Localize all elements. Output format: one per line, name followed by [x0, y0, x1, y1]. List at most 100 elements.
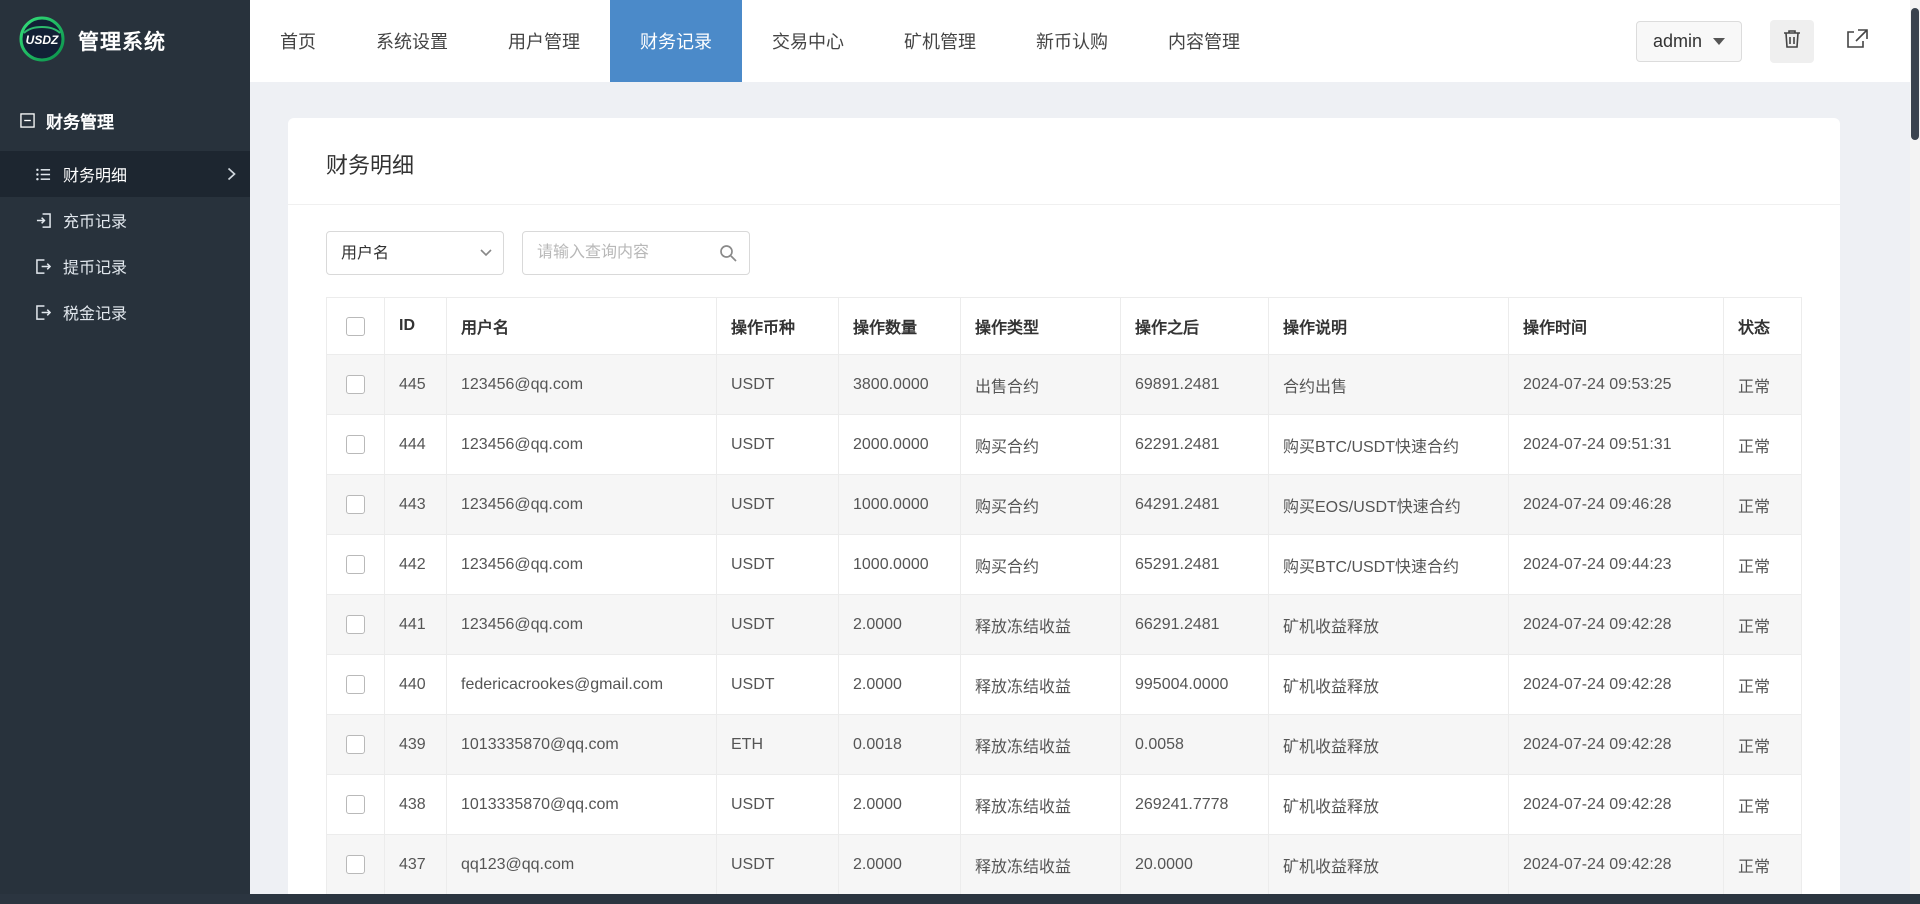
vertical-scrollbar-thumb[interactable]: [1911, 8, 1919, 140]
sidebar-item[interactable]: 提币记录: [0, 243, 250, 289]
trash-button[interactable]: [1770, 20, 1814, 63]
cell: 1000.0000: [839, 475, 961, 535]
nav-tab[interactable]: 新币认购: [1006, 0, 1138, 82]
nav-tab[interactable]: 首页: [250, 0, 346, 82]
cell: 2024-07-24 09:42:28: [1509, 715, 1724, 775]
cell: 20.0000: [1121, 835, 1269, 895]
table-header-row: ID用户名操作币种操作数量操作类型操作之后操作说明操作时间状态: [327, 298, 1802, 355]
field-select[interactable]: 用户名: [326, 231, 504, 275]
cell: 439: [385, 715, 447, 775]
column-header: 操作说明: [1269, 298, 1509, 355]
cell: 矿机收益释放: [1269, 775, 1509, 835]
row-checkbox[interactable]: [346, 555, 365, 574]
column-header: 操作数量: [839, 298, 961, 355]
nav-tab[interactable]: 交易中心: [742, 0, 874, 82]
cell: 443: [385, 475, 447, 535]
cell: 购买BTC/USDT快速合约: [1269, 415, 1509, 475]
records-table: ID用户名操作币种操作数量操作类型操作之后操作说明操作时间状态 44512345…: [326, 297, 1802, 904]
table-row: 437qq123@qq.comUSDT2.0000释放冻结收益20.0000矿机…: [327, 835, 1802, 895]
nav-tab[interactable]: 用户管理: [478, 0, 610, 82]
filter-row: 用户名: [288, 205, 1840, 297]
brand: USDZ 管理系统: [0, 0, 250, 82]
sidebar-item[interactable]: 财务明细: [0, 151, 250, 197]
export-button[interactable]: [1842, 23, 1872, 60]
records-table-wrap: ID用户名操作币种操作数量操作类型操作之后操作说明操作时间状态 44512345…: [288, 297, 1840, 904]
cell: 购买BTC/USDT快速合约: [1269, 535, 1509, 595]
column-header: 操作币种: [717, 298, 839, 355]
cell: 123456@qq.com: [447, 355, 717, 415]
select-all-checkbox[interactable]: [346, 317, 365, 336]
chevron-right-icon: [227, 168, 236, 181]
cell: USDT: [717, 775, 839, 835]
sidebar-item[interactable]: 充币记录: [0, 197, 250, 243]
nav-tab[interactable]: 系统设置: [346, 0, 478, 82]
row-checkbox[interactable]: [346, 855, 365, 874]
cell: 购买合约: [961, 415, 1121, 475]
cell: 2024-07-24 09:42:28: [1509, 595, 1724, 655]
cell: 995004.0000: [1121, 655, 1269, 715]
sign-out-icon: [36, 259, 52, 274]
nav-tab[interactable]: 矿机管理: [874, 0, 1006, 82]
main-content: 财务明细 用户名: [250, 82, 1920, 904]
table-row: 441123456@qq.comUSDT2.0000释放冻结收益66291.24…: [327, 595, 1802, 655]
horizontal-scrollbar[interactable]: [0, 894, 1920, 904]
cell: 64291.2481: [1121, 475, 1269, 535]
header-actions: admin: [1636, 0, 1920, 82]
cell: 2.0000: [839, 595, 961, 655]
row-checkbox[interactable]: [346, 435, 365, 454]
caret-down-icon: [1713, 38, 1725, 45]
cell: 65291.2481: [1121, 535, 1269, 595]
brand-logo-text: USDZ: [26, 33, 59, 47]
row-checkbox[interactable]: [346, 615, 365, 634]
row-checkbox[interactable]: [346, 495, 365, 514]
cell: 437: [385, 835, 447, 895]
cell: USDT: [717, 415, 839, 475]
trash-icon: [1783, 29, 1801, 54]
cell: federicacrookes@gmail.com: [447, 655, 717, 715]
cell: 2024-07-24 09:42:28: [1509, 775, 1724, 835]
sidebar-item[interactable]: 税金记录: [0, 289, 250, 335]
admin-menu-button[interactable]: admin: [1636, 21, 1742, 62]
sidebar-item-label: 提币记录: [63, 254, 127, 278]
cell: 444: [385, 415, 447, 475]
sidebar-section-label: 财务管理: [46, 108, 114, 133]
cell: 正常: [1724, 415, 1802, 475]
cell: 0.0058: [1121, 715, 1269, 775]
cell: USDT: [717, 835, 839, 895]
row-checkbox[interactable]: [346, 735, 365, 754]
cell: 正常: [1724, 595, 1802, 655]
row-checkbox[interactable]: [346, 795, 365, 814]
cell: 3800.0000: [839, 355, 961, 415]
nav-tab[interactable]: 财务记录: [610, 0, 742, 82]
cell: 2024-07-24 09:44:23: [1509, 535, 1724, 595]
vertical-scrollbar[interactable]: [1910, 0, 1920, 894]
cell: 释放冻结收益: [961, 595, 1121, 655]
cell: 123456@qq.com: [447, 475, 717, 535]
cell: 69891.2481: [1121, 355, 1269, 415]
brand-logo-icon: USDZ: [18, 15, 66, 68]
column-header: 操作时间: [1509, 298, 1724, 355]
column-header: 操作之后: [1121, 298, 1269, 355]
row-checkbox[interactable]: [346, 375, 365, 394]
top-nav: 首页系统设置用户管理财务记录交易中心矿机管理新币认购内容管理: [250, 0, 1270, 82]
table-row: 440federicacrookes@gmail.comUSDT2.0000释放…: [327, 655, 1802, 715]
cell: 2024-07-24 09:46:28: [1509, 475, 1724, 535]
sidebar-item-label: 充币记录: [63, 208, 127, 232]
cell: 购买合约: [961, 535, 1121, 595]
field-select-wrap: 用户名: [326, 231, 504, 275]
export-icon: [1846, 29, 1868, 54]
sidebar-section[interactable]: 财务管理: [0, 82, 250, 151]
collapse-square-icon: [20, 113, 36, 128]
nav-tab[interactable]: 内容管理: [1138, 0, 1270, 82]
cell: 66291.2481: [1121, 595, 1269, 655]
cell: 释放冻结收益: [961, 655, 1121, 715]
cell: 123456@qq.com: [447, 595, 717, 655]
sidebar-item-label: 财务明细: [63, 162, 127, 186]
row-checkbox[interactable]: [346, 675, 365, 694]
cell: qq123@qq.com: [447, 835, 717, 895]
column-header: ID: [385, 298, 447, 355]
cell: 释放冻结收益: [961, 835, 1121, 895]
search-input[interactable]: [522, 231, 750, 275]
search-icon[interactable]: [719, 244, 737, 262]
cell: 2.0000: [839, 835, 961, 895]
